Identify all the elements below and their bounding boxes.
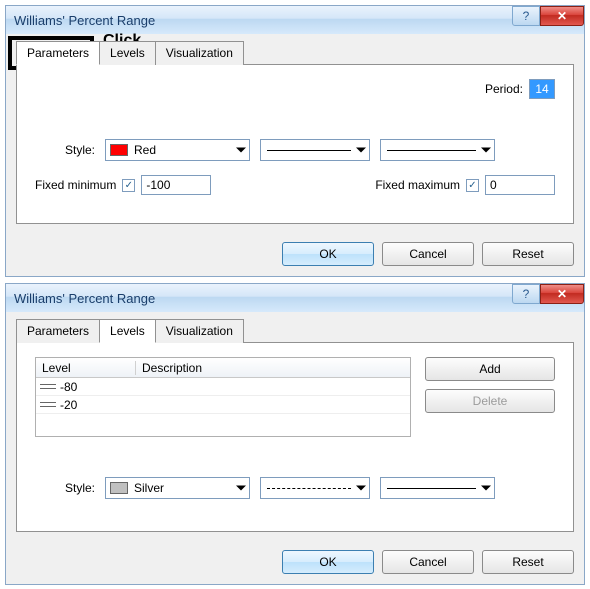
tab-visualization[interactable]: Visualization <box>155 41 244 65</box>
line-style-combo[interactable] <box>260 477 370 499</box>
tab-parameters[interactable]: Parameters <box>16 41 100 65</box>
title-text: Williams' Percent Range <box>14 291 155 306</box>
cancel-button[interactable]: Cancel <box>382 242 474 266</box>
fixed-max-input[interactable] <box>485 175 555 195</box>
line-sample <box>267 150 351 151</box>
reset-button[interactable]: Reset <box>482 550 574 574</box>
fixed-min-input[interactable] <box>141 175 211 195</box>
col-desc[interactable]: Description <box>136 361 410 375</box>
close-button[interactable]: ✕ <box>540 6 584 26</box>
level-row[interactable]: -80 <box>36 378 410 396</box>
level-icon <box>40 382 56 392</box>
period-input[interactable] <box>529 79 555 99</box>
tab-visualization[interactable]: Visualization <box>155 319 244 343</box>
style-label: Style: <box>35 143 95 157</box>
color-name: Red <box>134 143 156 157</box>
chevron-down-icon <box>236 486 246 491</box>
fixed-min-label: Fixed minimum <box>35 178 116 192</box>
tab-levels[interactable]: Levels <box>99 319 156 343</box>
fixed-min-checkbox[interactable]: ✓ <box>122 179 135 192</box>
title-text: Williams' Percent Range <box>14 13 155 28</box>
level-row[interactable]: -20 <box>36 396 410 414</box>
level-value: -80 <box>60 380 77 394</box>
line-sample <box>387 488 476 489</box>
color-combo[interactable]: Silver <box>105 477 250 499</box>
reset-button[interactable]: Reset <box>482 242 574 266</box>
tab-levels[interactable]: Levels <box>99 41 156 65</box>
line-sample-dashed <box>267 488 351 489</box>
add-button[interactable]: Add <box>425 357 555 381</box>
fixed-max-label: Fixed maximum <box>375 178 460 192</box>
line-width-combo[interactable] <box>380 139 495 161</box>
color-combo[interactable]: Red <box>105 139 250 161</box>
tab-parameters[interactable]: Parameters <box>16 319 100 343</box>
dialog-levels: Williams' Percent Range ? ✕ Parameters L… <box>5 283 585 585</box>
chevron-down-icon <box>481 486 491 491</box>
color-name: Silver <box>134 481 164 495</box>
line-style-combo[interactable] <box>260 139 370 161</box>
col-level[interactable]: Level <box>36 361 136 375</box>
help-button[interactable]: ? <box>512 6 540 26</box>
chevron-down-icon <box>481 148 491 153</box>
delete-button[interactable]: Delete <box>425 389 555 413</box>
line-sample <box>387 150 476 151</box>
line-width-combo[interactable] <box>380 477 495 499</box>
chevron-down-icon <box>236 148 246 153</box>
style-label: Style: <box>35 481 95 495</box>
help-button[interactable]: ? <box>512 284 540 304</box>
level-icon <box>40 400 56 410</box>
cancel-button[interactable]: Cancel <box>382 550 474 574</box>
levels-list[interactable]: Level Description -80 -20 <box>35 357 411 437</box>
color-swatch <box>110 482 128 494</box>
close-button[interactable]: ✕ <box>540 284 584 304</box>
chevron-down-icon <box>356 486 366 491</box>
color-swatch <box>110 144 128 156</box>
ok-button[interactable]: OK <box>282 550 374 574</box>
period-label: Period: <box>485 82 523 96</box>
titlebar[interactable]: Williams' Percent Range ? ✕ <box>6 6 584 34</box>
level-value: -20 <box>60 398 77 412</box>
ok-button[interactable]: OK <box>282 242 374 266</box>
chevron-down-icon <box>356 148 366 153</box>
dialog-parameters: Williams' Percent Range ? ✕ Parameters L… <box>5 5 585 277</box>
titlebar[interactable]: Williams' Percent Range ? ✕ <box>6 284 584 312</box>
fixed-max-checkbox[interactable]: ✓ <box>466 179 479 192</box>
